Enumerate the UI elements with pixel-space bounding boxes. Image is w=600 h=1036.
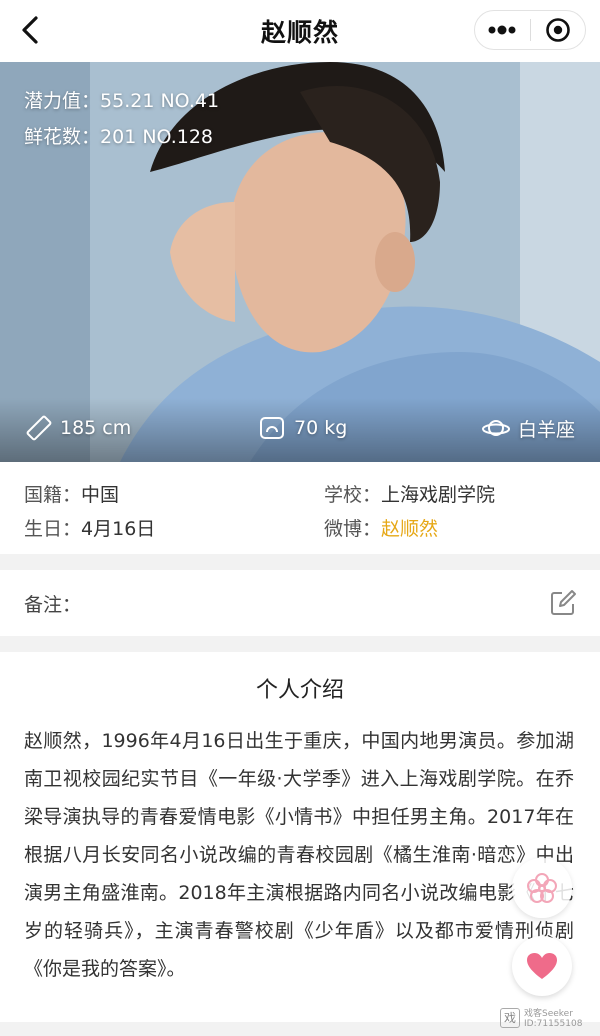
school-row: 学校：上海戏剧学院	[324, 480, 495, 507]
note-card[interactable]: 备注：	[0, 570, 600, 636]
top-nav-bar: 赵顺然	[0, 0, 600, 62]
flowers-stat: 鲜花数：201 NO.128	[24, 122, 213, 149]
potential-stat: 潜力值：55.21 NO.41	[24, 86, 219, 113]
edit-icon	[551, 590, 576, 615]
watermark-line2: ID:71155108	[524, 1019, 583, 1029]
weibo-link[interactable]: 赵顺然	[381, 518, 438, 540]
school-value: 上海戏剧学院	[381, 484, 496, 506]
back-button[interactable]	[14, 12, 50, 48]
flowers-value: 201 NO.128	[100, 126, 214, 148]
scale-icon	[260, 417, 284, 439]
chevron-left-icon	[22, 16, 38, 44]
ruler-icon	[26, 415, 52, 441]
page-title: 赵顺然	[260, 18, 339, 47]
potential-label: 潜力值：	[24, 90, 101, 112]
profile-photo: 潜力值：55.21 NO.41 鲜花数：201 NO.128 185 cm 70…	[0, 62, 600, 462]
flower-icon	[527, 873, 557, 903]
heart-icon	[527, 953, 557, 979]
zodiac-meta: 白羊座	[482, 414, 575, 442]
birthday-label: 生日：	[24, 518, 82, 540]
weibo-label: 微博：	[324, 518, 382, 540]
birthday-value: 4月16日	[81, 518, 156, 540]
planet-icon	[482, 420, 510, 436]
weight-meta: 70 kg	[258, 414, 347, 442]
zodiac-value: 白羊座	[518, 418, 576, 441]
more-dots-icon	[488, 25, 516, 35]
nationality-row: 国籍：中国	[24, 480, 119, 507]
nationality-label: 国籍：	[24, 484, 82, 506]
note-label: 备注：	[24, 593, 82, 616]
edit-note-button[interactable]	[548, 588, 578, 618]
height-value: 185 cm	[60, 417, 132, 439]
weibo-row: 微博：赵顺然	[324, 514, 438, 541]
birthday-row: 生日：4月16日	[24, 514, 155, 541]
send-flower-button[interactable]	[512, 858, 572, 918]
potential-value: 55.21 NO.41	[100, 90, 220, 112]
intro-text: 赵顺然，1996年4月16日出生于重庆，中国内地男演员。参加湖南卫视校园纪实节目…	[24, 730, 574, 980]
height-meta: 185 cm	[24, 414, 131, 442]
watermark-logo-icon: 戏	[500, 1008, 520, 1028]
watermark-line1: 戏客Seeker	[524, 1009, 573, 1019]
watermark: 戏 戏客Seeker ID:71155108	[500, 1004, 600, 1034]
basic-info-card: 国籍：中国 学校：上海戏剧学院 生日：4月16日 微博：赵顺然	[0, 462, 600, 554]
like-button[interactable]	[512, 936, 572, 996]
close-mini-program-button[interactable]	[530, 11, 585, 49]
intro-card: 个人介绍 赵顺然，1996年4月16日出生于重庆，中国内地男演员。参加湖南卫视校…	[0, 652, 600, 1022]
nationality-value: 中国	[81, 484, 120, 506]
school-label: 学校：	[324, 484, 382, 506]
target-close-icon	[545, 18, 570, 42]
weight-value: 70 kg	[294, 417, 348, 439]
more-button[interactable]	[475, 11, 530, 49]
mini-program-capsule	[474, 10, 586, 50]
intro-title: 个人介绍	[255, 678, 344, 703]
flowers-label: 鲜花数：	[24, 126, 101, 148]
